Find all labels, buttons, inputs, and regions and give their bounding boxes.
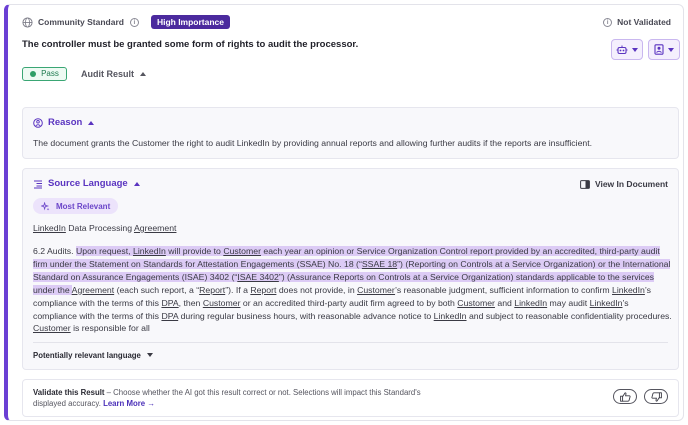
chevron-down-icon	[668, 47, 674, 52]
validation-status: Not Validated	[617, 17, 671, 27]
info-icon[interactable]: i	[129, 17, 139, 27]
divider	[33, 342, 668, 343]
defined-term-link[interactable]: LinkedIn	[434, 311, 467, 321]
defined-term-link[interactable]: Customer	[457, 298, 495, 308]
defined-term-link[interactable]: Customer	[33, 323, 71, 333]
audit-result-toggle[interactable]: Audit Result	[81, 69, 146, 79]
result-row: Pass Audit Result	[22, 66, 146, 81]
sparkle-icon	[41, 201, 50, 211]
passage-text: , then	[178, 297, 203, 308]
defined-term-link[interactable]: LinkedIn	[514, 298, 547, 308]
passage-text: and subject to reasonable confidentialit…	[466, 310, 672, 321]
view-in-document-button[interactable]: View In Document	[580, 179, 668, 189]
reason-icon	[33, 117, 43, 128]
learn-more-link[interactable]: Learn More →	[103, 399, 155, 408]
standard-type: Community Standard	[38, 17, 124, 27]
defined-term-link[interactable]: LinkedIn	[612, 285, 645, 295]
document-name-text: Data Processing	[68, 223, 133, 233]
reason-text: The document grants the Customer the rig…	[33, 138, 593, 148]
defined-term-link[interactable]: LinkedIn	[133, 246, 166, 256]
thumbs-down-button[interactable]	[644, 389, 668, 404]
pass-badge: Pass	[22, 66, 67, 81]
defined-term-link[interactable]: SSAE 18	[362, 259, 397, 269]
globe-icon	[22, 16, 33, 28]
document-link[interactable]: Agreement	[134, 223, 177, 233]
standard-title: The controller must be granted some form…	[22, 39, 359, 50]
contact-menu-button[interactable]	[648, 39, 680, 60]
defined-term-link[interactable]: Report	[199, 285, 225, 295]
most-relevant-badge: Most Relevant	[33, 198, 119, 214]
passage-text: may audit	[547, 297, 590, 308]
passage-text: during regular business hours, with reas…	[178, 310, 434, 321]
thumbs-down-icon	[650, 391, 662, 402]
source-list-icon	[34, 180, 42, 188]
passage-text: will provide to	[165, 246, 224, 256]
reason-heading: Reason	[48, 117, 83, 128]
thumbs-up-icon	[619, 391, 631, 402]
chevron-up-icon	[133, 181, 140, 186]
audit-result-label: Audit Result	[81, 68, 134, 79]
chevron-down-icon	[146, 353, 153, 357]
view-in-document-label: View In Document	[594, 179, 668, 189]
pass-label: Pass	[41, 69, 59, 78]
defined-term-link[interactable]: ISAE 3402	[237, 272, 279, 282]
chevron-down-icon	[632, 47, 638, 52]
view-document-icon	[580, 179, 590, 189]
passage-text: and	[494, 297, 515, 308]
source-text: 6.2 Audits. Upon request, LinkedIn will …	[33, 245, 673, 335]
passage-text: does not provide, in	[276, 284, 358, 295]
potentially-relevant-toggle[interactable]: Potentially relevant language	[33, 351, 153, 360]
chevron-up-icon	[140, 71, 146, 76]
passage-text: is responsible for all	[70, 323, 150, 334]
validation-info-icon: i	[603, 17, 613, 27]
passage-text: Upon request,	[75, 246, 133, 256]
passage-text: (each such report, a “	[114, 284, 200, 295]
clause-heading: 6.2 Audits.	[33, 246, 76, 256]
defined-term-link[interactable]: Customer	[223, 246, 261, 256]
validate-title: Validate this Result	[33, 388, 105, 397]
defined-term-link[interactable]: Report	[250, 285, 276, 295]
importance-badge: High Importance	[150, 15, 231, 29]
validate-text: Validate this Result – Choose whether th…	[33, 387, 453, 409]
most-relevant-label: Most Relevant	[56, 201, 111, 211]
document-name: LinkedIn Data Processing Agreement	[33, 223, 176, 233]
validate-dash: –	[104, 388, 114, 397]
passage-text: ”). If a	[225, 284, 251, 295]
source-language-panel: Source Language View In Document Most Re…	[22, 168, 679, 370]
source-language-toggle[interactable]: Source Language	[33, 178, 140, 189]
defined-term-link[interactable]: LinkedIn	[590, 298, 623, 308]
defined-term-link[interactable]: DPA	[161, 298, 178, 308]
robot-menu-button[interactable]	[611, 39, 643, 60]
thumbs-up-button[interactable]	[613, 389, 637, 404]
contact-icon	[654, 44, 664, 55]
defined-term-link[interactable]: Agreement	[72, 285, 115, 295]
defined-term-link[interactable]: Customer	[203, 298, 241, 308]
source-language-heading: Source Language	[48, 178, 128, 189]
passage-text: ’s reasonable judgment, sufficient infor…	[395, 284, 613, 295]
result-card: Community Standard i High Importance i N…	[4, 4, 684, 421]
defined-term-link[interactable]: DPA	[161, 311, 178, 321]
status-dot	[30, 70, 37, 77]
reason-toggle[interactable]: Reason	[33, 117, 95, 128]
passage-text: or an accredited third-party audit firm …	[240, 297, 458, 308]
robot-icon	[616, 45, 628, 54]
reason-panel: Reason The document grants the Customer …	[22, 107, 679, 159]
potentially-relevant-label: Potentially relevant language	[33, 351, 141, 360]
defined-term-link[interactable]: Customer	[357, 285, 395, 295]
result-header: Community Standard i High Importance i N…	[22, 14, 671, 30]
validate-result-bar: Validate this Result – Choose whether th…	[22, 379, 679, 417]
document-link[interactable]: LinkedIn	[33, 223, 66, 233]
chevron-up-icon	[88, 120, 95, 125]
